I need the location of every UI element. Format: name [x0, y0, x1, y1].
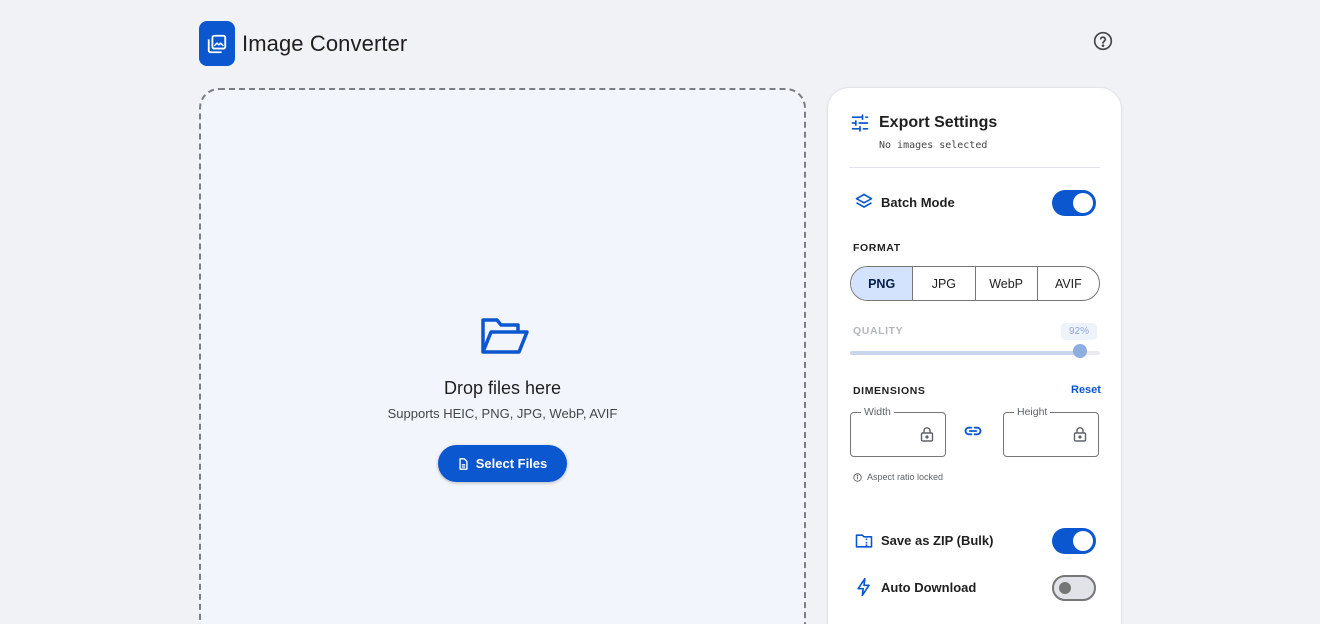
help-icon	[1093, 31, 1112, 50]
photo-library-icon	[207, 34, 227, 53]
select-files-button[interactable]: Select Files	[438, 445, 567, 482]
lock-icon	[920, 427, 934, 442]
auto-download-toggle[interactable]	[1052, 575, 1096, 601]
dropzone-title: Drop files here	[443, 378, 562, 398]
folder-open-icon	[481, 318, 529, 354]
batch-mode-toggle[interactable]	[1052, 190, 1096, 216]
link-aspect-icon[interactable]	[962, 421, 984, 441]
settings-title: Export Settings	[879, 114, 998, 131]
width-field-label: Width	[861, 406, 894, 418]
save-zip-toggle[interactable]	[1052, 528, 1096, 554]
file-icon	[459, 457, 468, 470]
lock-icon	[1073, 427, 1087, 442]
batch-mode-label: Batch Mode	[881, 195, 955, 210]
dropzone-subtitle: Supports HEIC, PNG, JPG, WebP, AVIF	[387, 406, 618, 421]
save-zip-label: Save as ZIP (Bulk)	[881, 533, 994, 548]
folder-zip-icon	[855, 534, 873, 548]
bolt-icon	[857, 577, 870, 597]
settings-subtitle: No images selected	[879, 140, 988, 151]
format-option-png[interactable]: PNG	[851, 267, 913, 300]
quality-label: QUALITY	[853, 325, 904, 337]
select-files-label: Select Files	[475, 456, 548, 471]
app-title: Image Converter	[242, 31, 408, 56]
format-option-avif[interactable]: AVIF	[1036, 267, 1099, 300]
quality-slider-fill	[850, 351, 1080, 355]
tune-icon	[851, 114, 869, 132]
help-button[interactable]	[1092, 30, 1113, 51]
format-option-jpg[interactable]: JPG	[912, 267, 974, 300]
info-icon	[853, 472, 862, 482]
width-field[interactable]: Width	[850, 406, 946, 457]
divider	[849, 167, 1100, 168]
quality-slider-track[interactable]	[850, 351, 1100, 355]
format-label: FORMAT	[853, 242, 901, 254]
reset-dimensions-link[interactable]: Reset	[1071, 384, 1101, 396]
file-dropzone[interactable]: Drop files here Supports HEIC, PNG, JPG,…	[199, 88, 806, 624]
auto-download-label: Auto Download	[881, 580, 977, 595]
format-option-webp[interactable]: WebP	[974, 267, 1037, 300]
format-selector: PNG JPG WebP AVIF	[850, 266, 1100, 301]
export-settings-panel: Export Settings No images selected Batch…	[827, 87, 1122, 624]
layers-icon	[855, 193, 873, 208]
aspect-ratio-text: Aspect ratio locked	[867, 472, 944, 482]
quality-value-badge: 92%	[1061, 323, 1097, 340]
height-field[interactable]: Height	[1003, 406, 1099, 457]
height-field-label: Height	[1014, 406, 1051, 418]
quality-slider-thumb[interactable]	[1073, 344, 1087, 358]
aspect-ratio-note: Aspect ratio locked	[853, 472, 943, 482]
dimensions-label: DIMENSIONS	[853, 385, 926, 397]
app-logo	[199, 21, 235, 66]
